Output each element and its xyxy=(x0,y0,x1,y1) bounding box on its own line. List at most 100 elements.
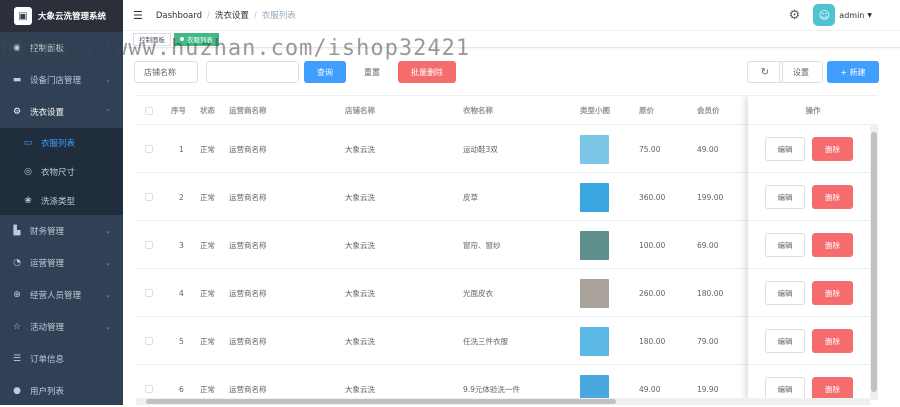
cell-store: 大象云洗 xyxy=(345,336,375,346)
operations-row: 编辑 删除 xyxy=(748,173,878,221)
row-checkbox[interactable] xyxy=(145,317,153,365)
clothes-table: 序号 状态 运营商名称 店铺名称 衣物名称 类型小图 原价 会员价 1 正常 运营商… xyxy=(136,95,878,400)
cell-store: 大象云洗 xyxy=(345,144,375,154)
edit-button[interactable]: 编辑 xyxy=(765,281,805,305)
navbar: ☰ Dashboard / 洗衣设置 / 衣服列表 ⚙ ☺ admin ▼ xyxy=(123,0,900,31)
settings-button[interactable]: 设置 xyxy=(779,61,823,83)
store-icon: ▬ xyxy=(12,75,22,85)
cell-store: 大象云洗 xyxy=(345,240,375,250)
cell-clothes-name: 皮草 xyxy=(463,192,478,202)
sidebar-item-operations[interactable]: ◔ 运营管理 ⌄ xyxy=(0,247,123,279)
cell-store: 大象云洗 xyxy=(345,192,375,202)
row-checkbox[interactable] xyxy=(145,365,153,400)
edit-button[interactable]: 编辑 xyxy=(765,137,805,161)
cell-store: 大象云洗 xyxy=(345,384,375,394)
sidebar-item-wash-type[interactable]: ❀ 洗涤类型 xyxy=(0,186,123,215)
delete-button[interactable]: 删除 xyxy=(812,377,853,400)
tag-dashboard[interactable]: 控制面板 xyxy=(133,32,171,46)
cell-price: 360.00 xyxy=(639,192,666,202)
breadcrumb: Dashboard / 洗衣设置 / 衣服列表 xyxy=(156,9,296,21)
tag-clothes-list[interactable]: 衣服列表 xyxy=(174,32,219,46)
sidebar-item-label: 订单信息 xyxy=(30,355,65,365)
refresh-button[interactable]: ↻ xyxy=(747,61,783,83)
cell-member-price: 19.90 xyxy=(697,384,719,394)
gear-icon[interactable]: ⚙ xyxy=(789,8,801,23)
operations-row: 编辑 删除 xyxy=(748,125,878,173)
sidebar-item-label: 控制面板 xyxy=(30,44,65,54)
store-select[interactable]: 店铺名称 xyxy=(134,61,198,83)
breadcrumb-current: 衣服列表 xyxy=(261,11,296,21)
cell-status: 正常 xyxy=(200,336,215,346)
cell-status: 正常 xyxy=(200,240,215,250)
edit-button[interactable]: 编辑 xyxy=(765,233,805,257)
cell-operator: 运营商名称 xyxy=(229,288,267,298)
sidebar-item-finance[interactable]: ▙ 财务管理 ⌄ xyxy=(0,215,123,247)
order-icon: ☰ xyxy=(12,354,22,364)
sidebar-item-clothes-list[interactable]: ▭ 衣服列表 xyxy=(0,128,123,157)
hamburger-icon[interactable]: ☰ xyxy=(133,9,143,22)
sidebar-item-activity[interactable]: ☆ 活动管理 ⌄ xyxy=(0,311,123,343)
delete-button[interactable]: 删除 xyxy=(812,137,853,161)
cell-status: 正常 xyxy=(200,192,215,202)
cell-price: 260.00 xyxy=(639,288,666,298)
username[interactable]: admin xyxy=(839,11,864,20)
header-price: 原价 xyxy=(639,106,654,115)
sidebar-item-users[interactable]: ● 用户列表 xyxy=(0,375,123,407)
cell-member-price: 199.00 xyxy=(697,192,724,202)
scrollbar-thumb[interactable] xyxy=(146,399,616,404)
row-checkbox[interactable] xyxy=(145,269,153,317)
cell-no: 6 xyxy=(179,384,184,394)
cell-status: 正常 xyxy=(200,144,215,154)
sidebar-item-staff[interactable]: ⊕ 经营人员管理 ⌄ xyxy=(0,279,123,311)
cell-member-price: 79.00 xyxy=(697,336,719,346)
finance-icon: ▙ xyxy=(13,226,21,236)
sidebar-item-clothes-size[interactable]: ◎ 衣物尺寸 xyxy=(0,157,123,186)
query-button[interactable]: 查询 xyxy=(304,61,346,83)
chevron-down-icon: ⌄ xyxy=(105,291,111,299)
edit-button[interactable]: 编辑 xyxy=(765,185,805,209)
header-operator: 运营商名称 xyxy=(229,106,267,115)
cell-clothes-name: 窗帘、窗纱 xyxy=(463,240,501,250)
logo[interactable]: ▣ 大象云洗管理系统 xyxy=(0,0,123,32)
bulk-delete-button[interactable]: 批量删除 xyxy=(398,61,456,83)
chevron-up-icon: ⌃ xyxy=(105,108,111,116)
delete-button[interactable]: 删除 xyxy=(812,233,853,257)
cell-operator: 运营商名称 xyxy=(229,240,267,250)
delete-button[interactable]: 删除 xyxy=(812,329,853,353)
row-checkbox[interactable] xyxy=(145,221,153,269)
edit-button[interactable]: 编辑 xyxy=(765,329,805,353)
search-input[interactable] xyxy=(206,61,299,83)
delete-button[interactable]: 删除 xyxy=(812,281,853,305)
sidebar-item-laundry-settings[interactable]: ⚙ 洗衣设置 ⌃ xyxy=(0,96,123,128)
breadcrumb-dashboard[interactable]: Dashboard xyxy=(156,11,202,21)
vertical-scrollbar[interactable] xyxy=(870,124,878,400)
settings-icon: ⚙ xyxy=(12,107,22,117)
avatar[interactable]: ☺ xyxy=(813,4,836,26)
clothes-thumbnail xyxy=(580,317,609,365)
edit-button[interactable]: 编辑 xyxy=(765,377,805,400)
row-checkbox[interactable] xyxy=(145,173,153,221)
scrollbar-thumb[interactable] xyxy=(871,132,877,392)
sidebar-item-orders[interactable]: ☰ 订单信息 xyxy=(0,343,123,375)
cell-store: 大象云洗 xyxy=(345,288,375,298)
delete-button[interactable]: 删除 xyxy=(812,185,853,209)
add-button[interactable]: + 新建 xyxy=(827,61,879,83)
operations-row: 编辑 删除 xyxy=(748,365,878,400)
sidebar-item-label: 洗衣设置 xyxy=(30,108,65,118)
staff-icon: ⊕ xyxy=(13,290,21,300)
horizontal-scrollbar[interactable] xyxy=(136,398,870,405)
wash-icon: ❀ xyxy=(24,195,32,206)
sidebar-item-stores[interactable]: ▬ 设备门店管理 ⌄ xyxy=(0,64,123,96)
breadcrumb-laundry-settings: 洗衣设置 xyxy=(214,11,249,21)
toolbar: 店铺名称 查询 重置 批量删除 ↻ 设置 + 新建 xyxy=(123,58,900,86)
clothes-thumbnail xyxy=(580,221,609,269)
cell-no: 1 xyxy=(179,144,184,154)
select-all-checkbox[interactable] xyxy=(145,96,153,125)
row-checkbox[interactable] xyxy=(145,125,153,173)
cell-no: 5 xyxy=(179,336,184,346)
sidebar-item-dashboard[interactable]: ◉ 控制面板 xyxy=(0,32,123,64)
caret-down-icon[interactable]: ▼ xyxy=(867,12,872,19)
size-icon: ◎ xyxy=(24,166,32,177)
breadcrumb-separator: / xyxy=(207,11,210,21)
reset-button[interactable]: 重置 xyxy=(352,61,392,83)
